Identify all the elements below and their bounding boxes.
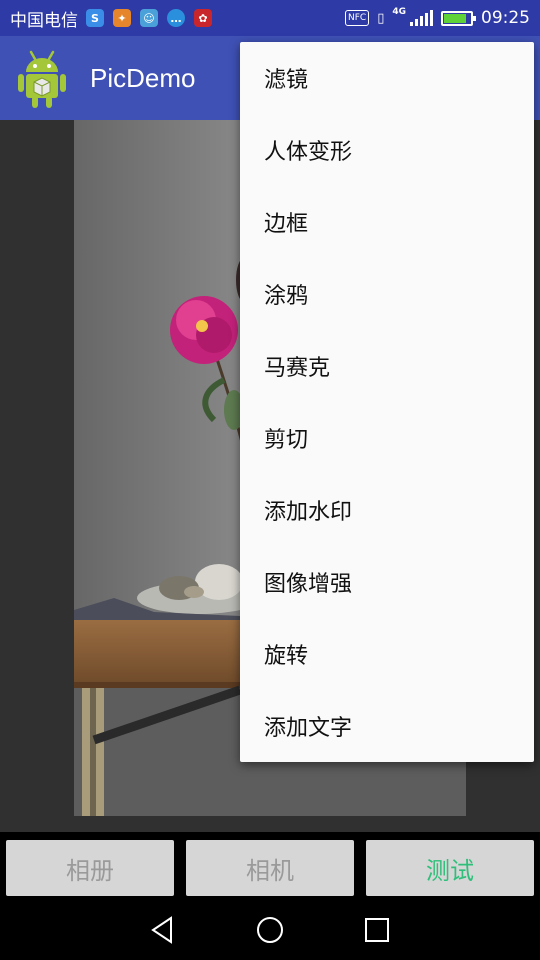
test-button[interactable]: 测试 [366, 840, 534, 896]
home-icon[interactable] [255, 915, 285, 945]
menu-item[interactable]: 添加文字 [240, 690, 534, 762]
menu-item[interactable]: 边框 [240, 186, 534, 258]
battery-icon [441, 10, 476, 26]
album-button[interactable]: 相册 [6, 840, 174, 896]
android-icon: ☺ [140, 9, 158, 27]
carrier-label: 中国电信 [10, 10, 78, 31]
menu-item[interactable]: 滤镜 [240, 42, 534, 114]
back-icon[interactable] [148, 915, 178, 945]
nfc-icon: NFC [344, 10, 370, 26]
app-title: PicDemo [90, 62, 196, 93]
network-type: 4G [392, 7, 406, 17]
vibrate-icon: ▯ [377, 10, 385, 26]
huawei-icon: ✿ [194, 9, 212, 27]
weibo-icon: ✦ [113, 9, 131, 27]
battery-level [444, 13, 466, 23]
options-popup-menu: 滤镜 人体变形 边框 涂鸦 马赛克 剪切 添加水印 图像增强 旋转 添加文字 [240, 42, 534, 762]
clock: 09:25 [481, 8, 530, 28]
sync-icon: S [86, 9, 104, 27]
camera-button[interactable]: 相机 [186, 840, 354, 896]
status-bar: 中国电信 S ✦ ☺ … ✿ NFC ▯ 4G 09:25 [0, 0, 540, 36]
menu-item[interactable]: 图像增强 [240, 546, 534, 618]
menu-item[interactable]: 旋转 [240, 618, 534, 690]
navigation-bar [0, 900, 540, 960]
message-icon: … [167, 9, 185, 27]
menu-item[interactable]: 人体变形 [240, 114, 534, 186]
menu-item[interactable]: 马赛克 [240, 330, 534, 402]
recents-icon[interactable] [362, 915, 392, 945]
menu-item[interactable]: 涂鸦 [240, 258, 534, 330]
android-logo-icon [18, 50, 66, 108]
menu-item[interactable]: 添加水印 [240, 474, 534, 546]
menu-item[interactable]: 剪切 [240, 402, 534, 474]
signal-icon [410, 10, 433, 26]
bottom-button-bar: 相册 相机 测试 [0, 832, 540, 900]
